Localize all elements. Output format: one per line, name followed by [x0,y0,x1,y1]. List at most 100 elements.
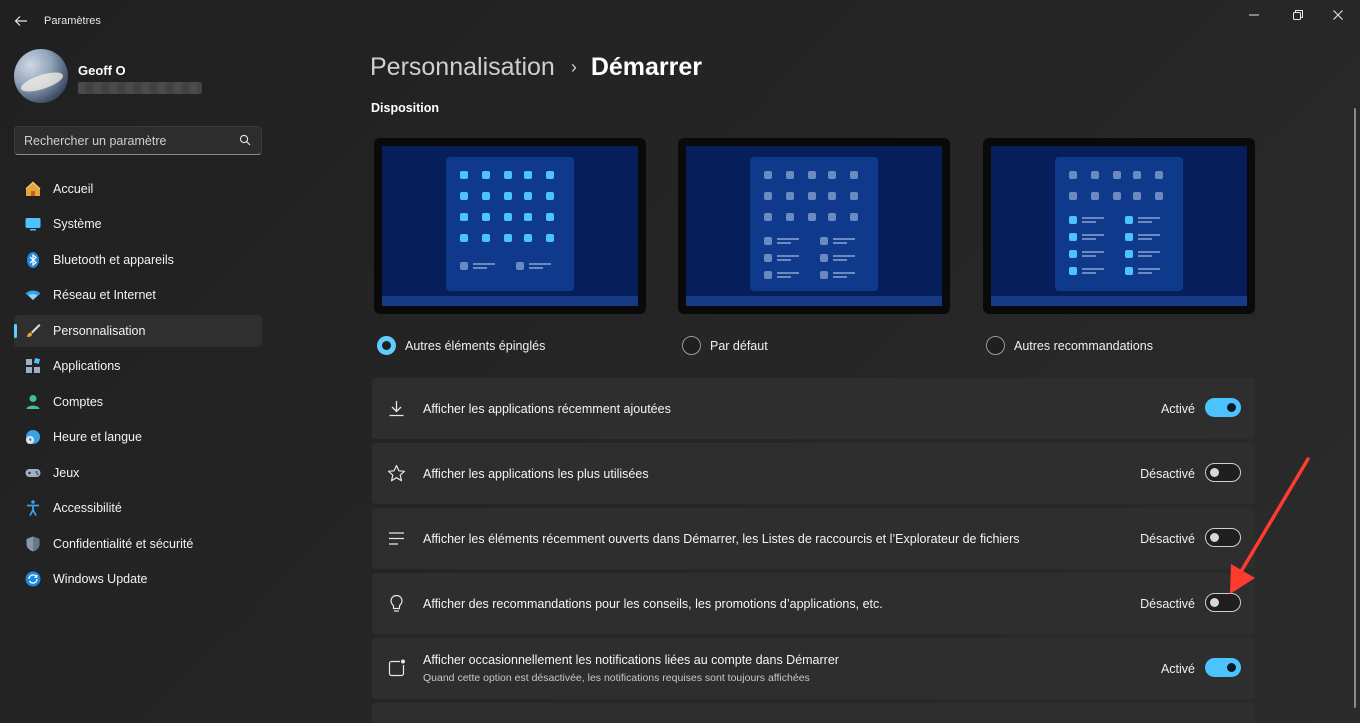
sidebar-item-label: Personnalisation [53,324,145,338]
radio-option-default[interactable]: Par défaut [682,336,768,355]
preview-line [1082,255,1096,257]
preview-line [1082,272,1096,274]
preview-tile [1091,171,1099,179]
preview-screen [382,146,638,306]
sidebar-item-label: Heure et langue [53,430,142,444]
preview-tile [1133,192,1141,200]
scrollbar[interactable] [1354,108,1356,708]
preview-tile [1113,192,1121,200]
preview-line [833,276,847,278]
layout-preview-more-recommendations[interactable] [983,138,1255,314]
preview-tile [460,262,468,270]
preview-tile [524,192,532,200]
preview-line [1138,217,1160,219]
preview-tile [764,271,772,279]
preview-tile [482,171,490,179]
preview-start-menu [750,157,878,291]
preview-line [777,276,791,278]
accessibility-icon [24,499,42,517]
search-icon [239,134,251,146]
sidebar-item-comptes[interactable]: Comptes [14,386,262,418]
preview-line [1138,268,1160,270]
sidebar-item-label: Accueil [53,182,93,196]
back-button[interactable] [10,10,32,32]
setting-row-account-notifications: Afficher occasionnellement les notificat… [372,638,1255,699]
preview-tile [828,192,836,200]
preview-line [777,238,799,240]
layout-preview-default[interactable] [678,138,950,314]
preview-tile [524,234,532,242]
sidebar-item-personnalisation[interactable]: Personnalisation [14,315,262,347]
preview-line [1138,238,1152,240]
page-title: Démarrer [591,53,702,82]
maximize-button[interactable] [1276,2,1320,28]
sidebar-item-confidentialite[interactable]: Confidentialité et sécurité [14,528,262,560]
preview-tile [828,213,836,221]
preview-line [833,255,855,257]
preview-tile [504,234,512,242]
preview-tile [1069,267,1077,275]
setting-description: Quand cette option est désactivée, les n… [423,672,810,684]
preview-tile [786,192,794,200]
close-button[interactable] [1316,2,1360,28]
radio-button[interactable] [986,336,1005,355]
sidebar-item-windows-update[interactable]: Windows Update [14,564,262,596]
preview-start-menu [1055,157,1183,291]
sidebar-item-applications[interactable]: Applications [14,351,262,383]
setting-row-recent-apps: Afficher les applications récemment ajou… [372,378,1255,439]
preview-tile [482,234,490,242]
preview-tile [524,213,532,221]
user-profile[interactable]: Geoff O [14,49,264,103]
preview-line [777,255,799,257]
breadcrumb-parent[interactable]: Personnalisation [370,53,555,82]
preview-tile [1125,250,1133,258]
sidebar-item-jeux[interactable]: Jeux [14,457,262,489]
sidebar-item-label: Accessibilité [53,501,122,515]
sidebar-item-label: Confidentialité et sécurité [53,537,193,551]
radio-button[interactable] [377,336,396,355]
avatar [14,49,68,103]
brush-icon [24,322,42,340]
preview-line [833,259,847,261]
preview-tile [546,171,554,179]
sidebar-item-systeme[interactable]: Système [14,209,262,241]
preview-tile [504,171,512,179]
sidebar-item-accessibilite[interactable]: Accessibilité [14,493,262,525]
update-icon [24,570,42,588]
download-icon [386,398,407,419]
layout-preview-more-pins[interactable] [374,138,646,314]
preview-tile [1125,233,1133,241]
setting-state: Désactivé [1140,467,1195,481]
sidebar-item-accueil[interactable]: Accueil [14,173,262,205]
toggle-switch[interactable] [1205,398,1241,417]
preview-tile [504,213,512,221]
preview-tile [1069,171,1077,179]
preview-line [777,272,799,274]
sidebar-item-bluetooth[interactable]: Bluetooth et appareils [14,244,262,276]
shield-icon [24,535,42,553]
radio-option-more-pins[interactable]: Autres éléments épinglés [377,336,545,355]
preview-screen [991,146,1247,306]
preview-line [1082,268,1104,270]
search-input[interactable] [15,127,235,154]
title-bar: Paramètres [0,0,1360,42]
restore-icon [1292,9,1304,21]
preview-tile [1069,250,1077,258]
sidebar-item-heure-langue[interactable]: Heure et langue [14,422,262,454]
toggle-switch[interactable] [1205,658,1241,677]
preview-tile [850,171,858,179]
sidebar-item-reseau[interactable]: Réseau et Internet [14,280,262,312]
sidebar-nav: Accueil Système Bluetooth et appareils R… [14,173,262,599]
minimize-button[interactable] [1232,2,1276,28]
preview-line [777,259,791,261]
preview-tile [460,171,468,179]
preview-line [1138,221,1152,223]
preview-tile [786,213,794,221]
setting-row-recent-items: Afficher les éléments récemment ouverts … [372,508,1255,569]
preview-tile [460,234,468,242]
annotation-arrow-icon [1222,456,1312,596]
search-box[interactable] [14,126,262,155]
radio-option-more-recommendations[interactable]: Autres recommandations [986,336,1153,355]
system-icon [24,215,42,233]
radio-button[interactable] [682,336,701,355]
